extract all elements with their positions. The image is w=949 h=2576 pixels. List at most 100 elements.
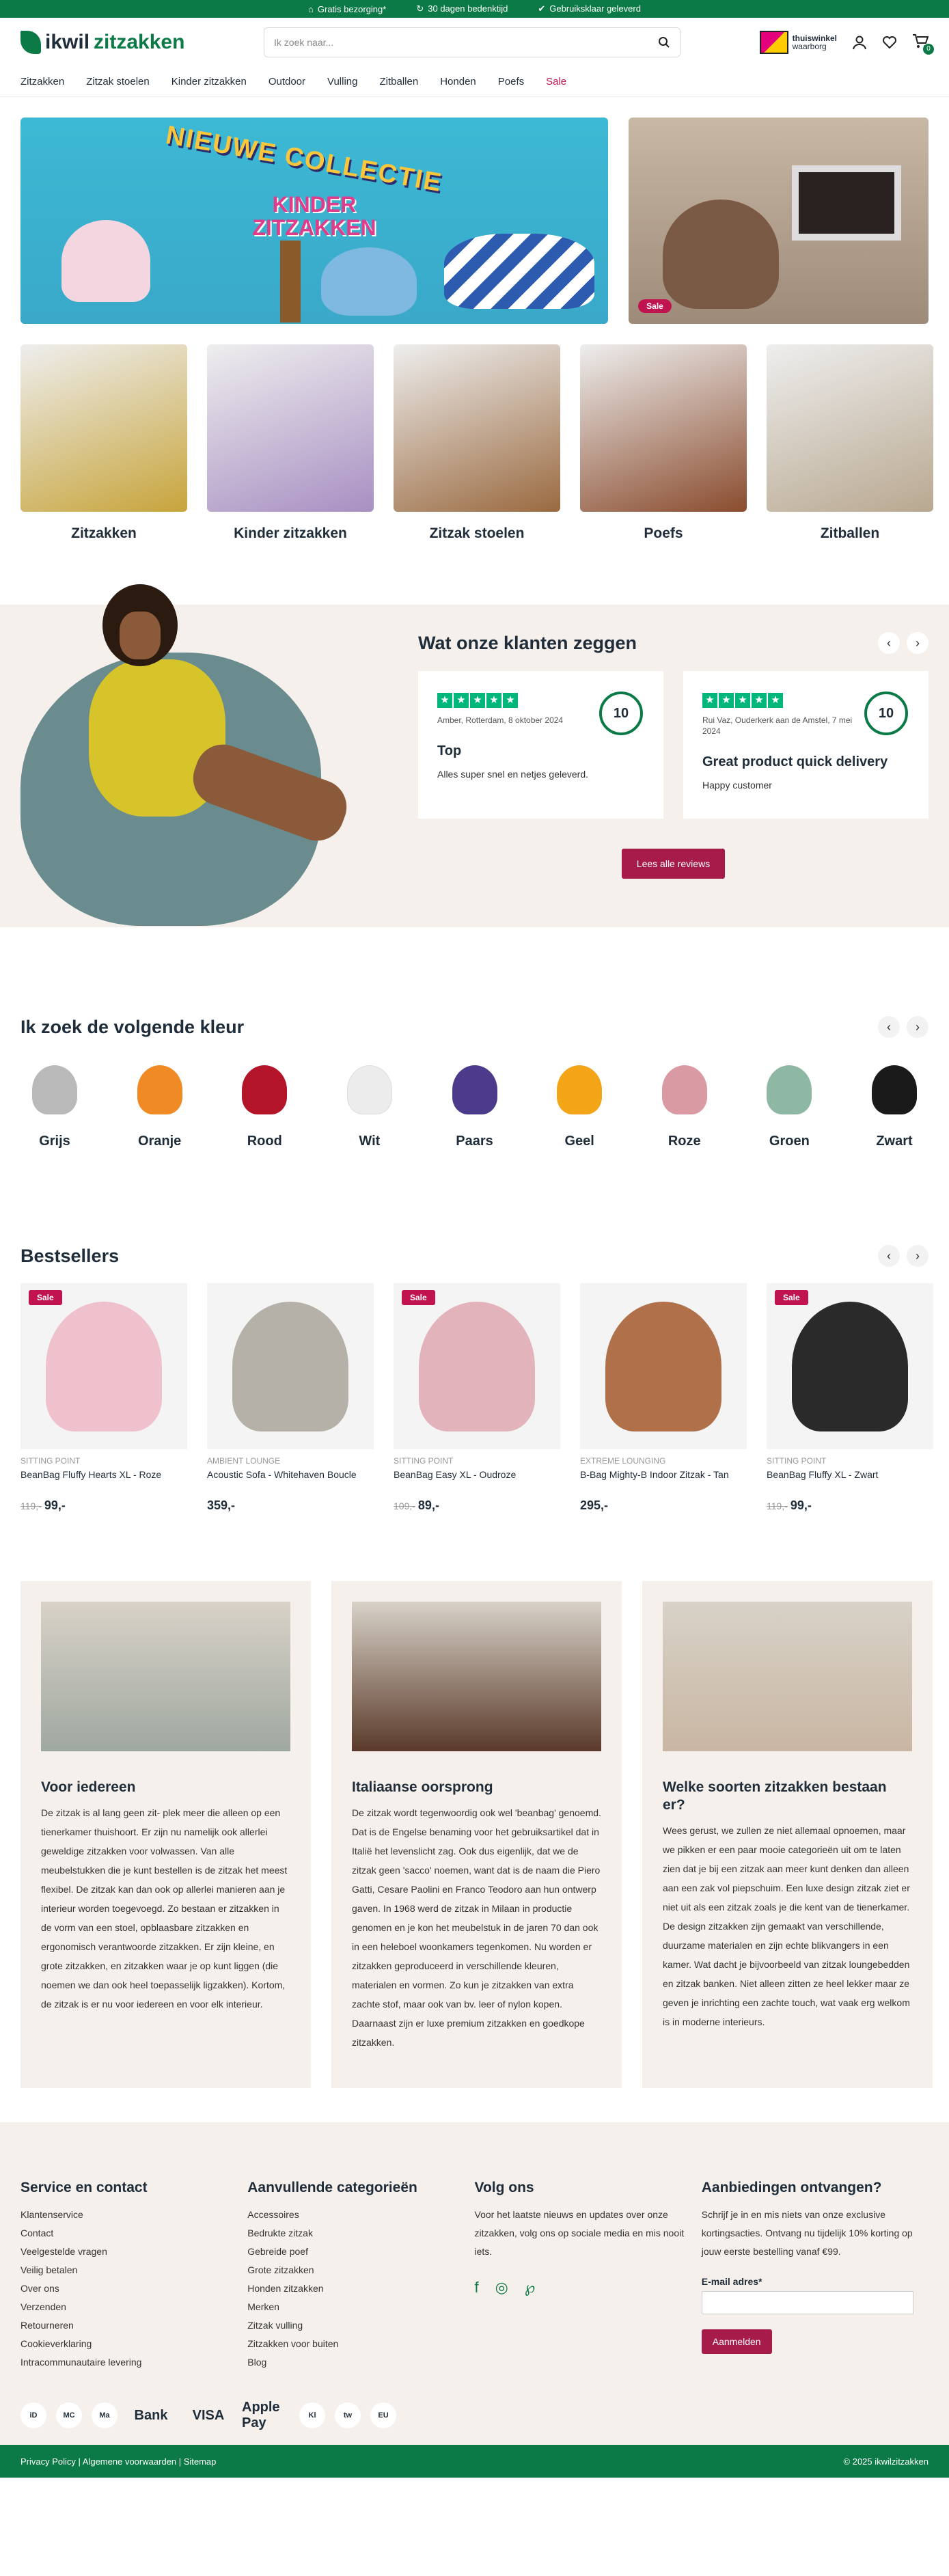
email-field[interactable] (701, 2291, 913, 2314)
product-image: Sale (767, 1283, 933, 1449)
category-card[interactable]: Zitzak stoelen (394, 344, 560, 542)
footer-link[interactable]: Bedrukte zitzak (247, 2224, 474, 2243)
footer-link[interactable]: Honden zitzakken (247, 2279, 474, 2298)
footer-link[interactable]: Retourneren (20, 2316, 247, 2335)
footer-link[interactable]: Merken (247, 2298, 474, 2316)
hero-banner-sale[interactable]: Sale (629, 118, 929, 324)
footer-link[interactable]: Zitzak vulling (247, 2316, 474, 2335)
info-title: Voor iedereen (41, 1779, 136, 1795)
footer-link[interactable]: Zitzakken voor buiten (247, 2335, 474, 2353)
color-option[interactable]: Roze (650, 1065, 719, 1149)
nav-item-zitballen[interactable]: Zitballen (380, 76, 419, 87)
chevron-right-icon[interactable]: › (907, 1245, 929, 1267)
product-card[interactable]: AMBIENT LOUNGE Acoustic Sofa - Whitehaven… (207, 1283, 374, 1513)
footer-link[interactable]: Accessoires (247, 2206, 474, 2224)
hero-beanbag-brown (663, 200, 780, 309)
all-reviews-button[interactable]: Lees alle reviews (621, 849, 726, 879)
product-card[interactable]: Sale SITTING POINT BeanBag Fluffy Hearts X… (20, 1283, 187, 1513)
color-option[interactable]: Rood (230, 1065, 299, 1149)
nav-item-zitzak-stoelen[interactable]: Zitzak stoelen (86, 76, 150, 87)
subscribe-button[interactable]: Aanmelden (701, 2329, 772, 2354)
product-price-row: 109,- 89,- (394, 1498, 560, 1513)
category-card[interactable]: Zitballen (767, 344, 933, 542)
footer-link[interactable]: Verzenden (20, 2298, 247, 2316)
info-card: Voor iedereen De zitzak is al lang geen z… (20, 1581, 311, 2088)
nav-item-sale[interactable]: Sale (546, 76, 566, 87)
footer-link[interactable]: Veelgestelde vragen (20, 2243, 247, 2261)
color-option[interactable]: Groen (755, 1065, 823, 1149)
footer-link[interactable]: Contact (20, 2224, 247, 2243)
instagram-icon[interactable]: ◎ (495, 2279, 508, 2297)
payment-logo-icon: tw (335, 2402, 361, 2428)
color-label: Geel (564, 1134, 594, 1149)
search-input[interactable]: Ik zoek naar... (264, 27, 681, 57)
color-option[interactable]: Paars (441, 1065, 509, 1149)
hero-banner-kinder[interactable]: NIEUWE COLLECTIE KINDER ZITZAKKEN (20, 118, 609, 324)
nav-item-outdoor[interactable]: Outdoor (269, 76, 305, 87)
footer-link[interactable]: Klantenservice (20, 2206, 247, 2224)
footer-newsletter-title: Aanbiedingen ontvangen? (701, 2180, 882, 2195)
nav-item-zitzakken[interactable]: Zitzakken (20, 76, 64, 87)
product-image: Sale (394, 1283, 560, 1449)
nav-item-kinder-zitzakken[interactable]: Kinder zitzakken (171, 76, 247, 87)
top-usp-bar: ⌂ Gratis bezorging* ↻ 30 dagen bedenktijd … (0, 0, 949, 18)
star-icon: ★ (768, 693, 783, 708)
chevron-left-icon[interactable]: ‹ (878, 1016, 900, 1038)
product-price: 359,- (207, 1498, 236, 1512)
color-swatch (452, 1065, 497, 1114)
wishlist-heart-icon[interactable] (882, 35, 897, 50)
footer-link[interactable]: Over ons (20, 2279, 247, 2298)
info-image (41, 1602, 290, 1751)
search-icon[interactable] (658, 36, 670, 49)
cart-button[interactable]: 0 (912, 33, 934, 55)
nav-item-vulling[interactable]: Vulling (327, 76, 357, 87)
product-card[interactable]: Sale SITTING POINT BeanBag Fluffy XL - Zwa… (767, 1283, 933, 1513)
product-brand: SITTING POINT (767, 1456, 827, 1466)
footer-link[interactable]: Veilig betalen (20, 2261, 247, 2279)
logo-text-b: zitzakken (94, 31, 185, 53)
info-image (352, 1602, 601, 1751)
nav-item-honden[interactable]: Honden (440, 76, 476, 87)
account-icon[interactable] (852, 35, 867, 50)
info-card: Italiaanse oorsprong De zitzak wordt tege… (331, 1581, 622, 2088)
info-image (663, 1602, 912, 1751)
legal-links[interactable]: Privacy Policy | Algemene voorwaarden | … (20, 2456, 216, 2467)
chevron-right-icon[interactable]: › (907, 632, 929, 654)
product-card[interactable]: EXTREME LOUNGING B-Bag Mighty-B Indoor Zi… (580, 1283, 747, 1513)
footer-link[interactable]: Blog (247, 2353, 474, 2372)
color-option[interactable]: Wit (335, 1065, 404, 1149)
color-swatch (137, 1065, 182, 1114)
footer-link[interactable]: Cookieverklaring (20, 2335, 247, 2353)
copyright: © 2025 ikwilzitzakken (843, 2456, 929, 2467)
chevron-left-icon[interactable]: ‹ (878, 1245, 900, 1267)
hero-title: NIEUWE COLLECTIE (163, 120, 445, 198)
product-name[interactable]: BeanBag Fluffy XL - Zwart (767, 1468, 933, 1493)
category-card[interactable]: Zitzakken (20, 344, 187, 542)
category-card[interactable]: Poefs (580, 344, 747, 542)
chevron-right-icon[interactable]: › (907, 1016, 929, 1038)
colors-title: Ik zoek de volgende kleur (20, 1016, 245, 1037)
site-footer: Service en contact Klantenservice Contact… (0, 2122, 949, 2478)
category-label: Zitballen (820, 525, 880, 541)
product-name[interactable]: B-Bag Mighty-B Indoor Zitzak - Tan (580, 1468, 747, 1493)
nav-item-poefs[interactable]: Poefs (498, 76, 524, 87)
footer-link[interactable]: Gebreide poef (247, 2243, 474, 2261)
color-option[interactable]: Grijs (20, 1065, 89, 1149)
product-name[interactable]: BeanBag Easy XL - Oudroze (394, 1468, 560, 1493)
product-name[interactable]: BeanBag Fluffy Hearts XL - Roze (20, 1468, 187, 1493)
thuiswinkel-badge[interactable]: thuiswinkel waarborg (759, 31, 837, 54)
facebook-icon[interactable]: f (475, 2279, 479, 2297)
color-option[interactable]: Oranje (126, 1065, 194, 1149)
logo[interactable]: ikwil zitzakken (20, 31, 184, 54)
category-card[interactable]: Kinder zitzakken (207, 344, 374, 542)
color-option[interactable]: Geel (545, 1065, 614, 1149)
footer-link[interactable]: Intracommunautaire levering (20, 2353, 247, 2372)
product-card[interactable]: Sale SITTING POINT BeanBag Easy XL - Oudro… (394, 1283, 560, 1513)
color-option[interactable]: Zwart (860, 1065, 929, 1149)
chevron-left-icon[interactable]: ‹ (878, 632, 900, 654)
footer-link[interactable]: Grote zitzakken (247, 2261, 474, 2279)
color-swatch (767, 1065, 812, 1114)
product-name[interactable]: Acoustic Sofa - Whitehaven Boucle (207, 1468, 374, 1493)
color-label: Paars (456, 1134, 493, 1149)
pinterest-icon[interactable]: ℘ (525, 2279, 535, 2297)
